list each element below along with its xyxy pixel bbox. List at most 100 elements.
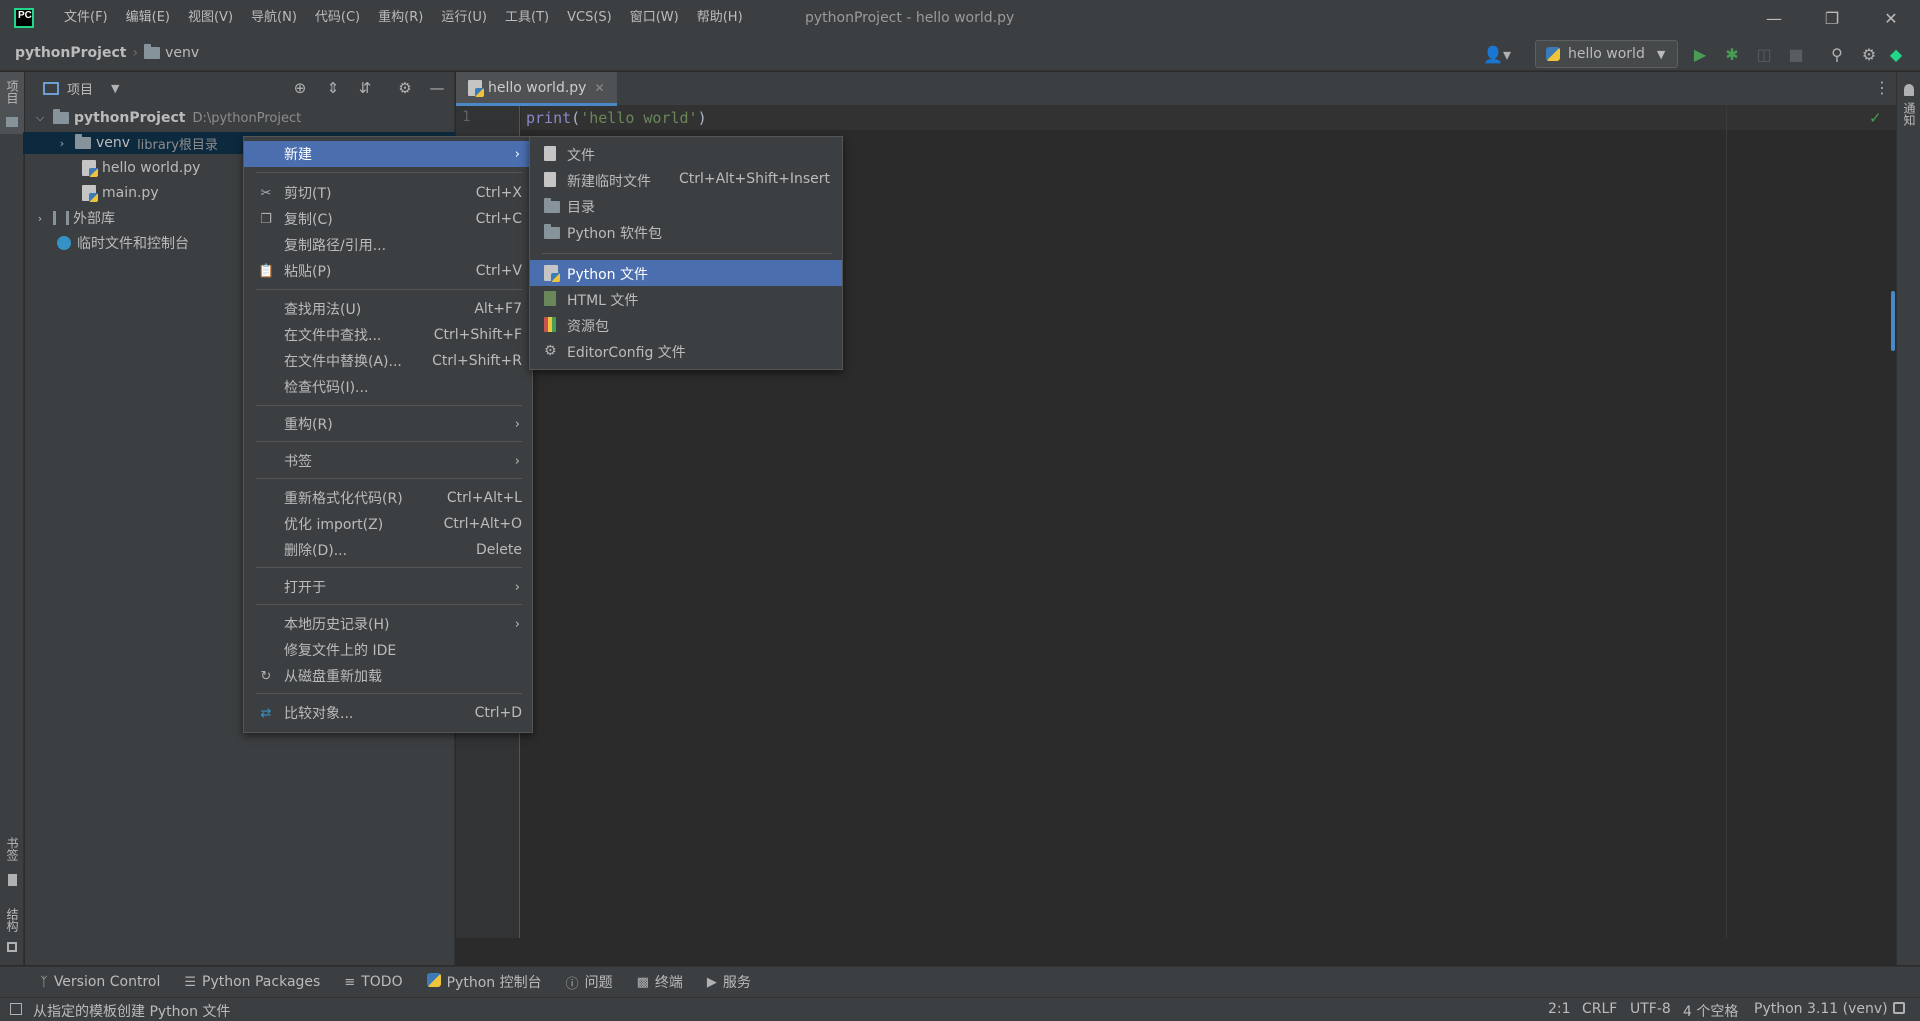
line-separator[interactable]: CRLF bbox=[1582, 1001, 1617, 1017]
new-python-package-item[interactable]: Python 软件包 bbox=[530, 219, 842, 245]
tool-version-control[interactable]: ᛉ Version Control bbox=[40, 974, 160, 990]
menu-view[interactable]: 视图(V) bbox=[179, 0, 242, 36]
tool-python-packages[interactable]: ☰ Python Packages bbox=[184, 974, 320, 990]
tool-services[interactable]: ▶ 服务 bbox=[707, 972, 751, 992]
project-tool-label[interactable]: 项目 bbox=[4, 80, 21, 104]
expand-all-icon[interactable]: ⇕ bbox=[323, 78, 343, 98]
new-editorconfig-item[interactable]: ⚙ EditorConfig 文件 bbox=[530, 338, 842, 364]
more-options-icon[interactable]: ⋮ bbox=[1874, 78, 1890, 97]
menu-item-find-usages[interactable]: 查找用法(U) Alt+F7 bbox=[244, 296, 532, 322]
python-file-icon bbox=[82, 185, 98, 202]
tree-item-scratches[interactable]: 临时文件和控制台 bbox=[57, 232, 189, 254]
menu-file[interactable]: 文件(F) bbox=[55, 0, 117, 36]
menu-run[interactable]: 运行(U) bbox=[432, 0, 496, 36]
debug-icon[interactable]: ✱ bbox=[1720, 42, 1744, 66]
close-window-icon[interactable]: ✕ bbox=[1862, 0, 1920, 36]
menu-item-find-in-files[interactable]: 在文件中查找... Ctrl+Shift+F bbox=[244, 322, 532, 348]
menu-item-inspect-code[interactable]: 检查代码(I)... bbox=[244, 374, 532, 400]
menu-item-repair-ide[interactable]: 修复文件上的 IDE bbox=[244, 637, 532, 663]
menu-item-delete[interactable]: 删除(D)... Delete bbox=[244, 537, 532, 563]
indent-setting[interactable]: 4 个空格 bbox=[1683, 1001, 1738, 1021]
run-config-select[interactable]: hello world ▼ bbox=[1535, 40, 1678, 68]
breadcrumb-project[interactable]: pythonProject bbox=[15, 45, 126, 61]
search-icon[interactable]: ⚲ bbox=[1825, 42, 1849, 66]
python-interpreter[interactable]: Python 3.11 (venv) bbox=[1754, 1001, 1888, 1017]
lock-icon[interactable] bbox=[1893, 1002, 1905, 1014]
menu-vcs[interactable]: VCS(S) bbox=[558, 0, 621, 36]
context-menu: 新建 › ✂ 剪切(T) Ctrl+X ❐ 复制(C) Ctrl+C 复制路径/… bbox=[243, 136, 533, 733]
new-file-item[interactable]: 文件 bbox=[530, 141, 842, 167]
toggle-tool-windows-icon[interactable] bbox=[10, 1003, 22, 1015]
inspection-ok-icon[interactable]: ✓ bbox=[1869, 109, 1882, 127]
new-scratch-file-item[interactable]: 新建临时文件 Ctrl+Alt+Shift+Insert bbox=[530, 167, 842, 193]
menu-item-label: 剪切(T) bbox=[284, 186, 332, 202]
structure-tool-label[interactable]: 结构 bbox=[4, 908, 21, 932]
gear-icon[interactable]: ⚙ bbox=[395, 78, 415, 98]
minimize-icon[interactable]: — bbox=[1745, 0, 1803, 36]
breadcrumb-venv[interactable]: venv bbox=[165, 45, 199, 61]
menu-item-paste[interactable]: 📋 粘贴(P) Ctrl+V bbox=[244, 258, 532, 284]
menu-edit[interactable]: 编辑(E) bbox=[117, 0, 179, 36]
tree-item-external-libraries[interactable]: › 外部库 bbox=[33, 207, 115, 229]
editor-scrollbar[interactable] bbox=[1891, 291, 1895, 351]
project-panel-title[interactable]: 项目 bbox=[67, 79, 93, 98]
menu-item-refactor[interactable]: 重构(R) › bbox=[244, 411, 532, 437]
bookmarks-tool-label[interactable]: 书签 bbox=[4, 837, 21, 861]
menu-item-reload-from-disk[interactable]: ↻ 从磁盘重新加载 bbox=[244, 663, 532, 689]
menu-item-label: Python 文件 bbox=[567, 267, 648, 283]
chevron-right-icon[interactable]: › bbox=[55, 137, 69, 150]
menu-code[interactable]: 代码(C) bbox=[306, 0, 369, 36]
new-python-file-item[interactable]: Python 文件 bbox=[530, 260, 842, 286]
menu-item-optimize-imports[interactable]: 优化 import(Z) Ctrl+Alt+O bbox=[244, 511, 532, 537]
menu-item-replace-in-files[interactable]: 在文件中替换(A)... Ctrl+Shift+R bbox=[244, 348, 532, 374]
menu-item-copy[interactable]: ❐ 复制(C) Ctrl+C bbox=[244, 206, 532, 232]
tool-problems[interactable]: ⓘ 问题 bbox=[566, 972, 613, 992]
hide-panel-icon[interactable]: — bbox=[427, 78, 447, 98]
menu-item-cut[interactable]: ✂ 剪切(T) Ctrl+X bbox=[244, 180, 532, 206]
menu-help[interactable]: 帮助(H) bbox=[688, 0, 752, 36]
menu-refactor[interactable]: 重构(R) bbox=[369, 0, 432, 36]
new-directory-item[interactable]: 目录 bbox=[530, 193, 842, 219]
tool-terminal[interactable]: ▩ 终端 bbox=[637, 972, 683, 992]
tree-item-hello-world[interactable]: hello world.py bbox=[82, 157, 200, 179]
menu-item-copy-path[interactable]: 复制路径/引用... bbox=[244, 232, 532, 258]
menu-item-local-history[interactable]: 本地历史记录(H) › bbox=[244, 611, 532, 637]
user-icon[interactable]: 👤▾ bbox=[1480, 42, 1514, 66]
restore-icon[interactable]: ❐ bbox=[1803, 0, 1861, 36]
locate-icon[interactable]: ⊕ bbox=[290, 78, 310, 98]
menu-item-compare-with[interactable]: ⇄ 比较对象... Ctrl+D bbox=[244, 700, 532, 726]
chevron-down-icon[interactable]: ⌵ bbox=[33, 111, 47, 125]
new-resource-bundle-item[interactable]: 资源包 bbox=[530, 312, 842, 338]
notifications-tool-label[interactable]: 通知 bbox=[1901, 102, 1918, 126]
file-encoding[interactable]: UTF-8 bbox=[1630, 1001, 1671, 1017]
menu-item-bookmarks[interactable]: 书签 › bbox=[244, 448, 532, 474]
code-paren-close: ) bbox=[697, 109, 707, 127]
menu-item-label: 查找用法(U) bbox=[284, 302, 362, 318]
tab-hello-world[interactable]: hello world.py ✕ bbox=[456, 72, 617, 106]
line-number: 1 bbox=[462, 109, 471, 125]
code-line[interactable]: print('hello world') bbox=[526, 109, 707, 127]
tool-todo[interactable]: ≡ TODO bbox=[344, 974, 402, 990]
tree-item-project-root[interactable]: ⌵ pythonProject D:\pythonProject bbox=[33, 107, 453, 129]
caret-position[interactable]: 2:1 bbox=[1548, 1001, 1571, 1017]
coverage-icon[interactable]: ◫ bbox=[1752, 42, 1776, 66]
menu-item-new[interactable]: 新建 › bbox=[244, 141, 532, 167]
chevron-down-icon[interactable]: ▼ bbox=[111, 82, 119, 95]
menu-item-open-in[interactable]: 打开于 › bbox=[244, 574, 532, 600]
new-html-file-item[interactable]: HTML 文件 bbox=[530, 286, 842, 312]
menu-item-reformat-code[interactable]: 重新格式化代码(R) Ctrl+Alt+L bbox=[244, 485, 532, 511]
close-tab-icon[interactable]: ✕ bbox=[594, 81, 604, 95]
menu-window[interactable]: 窗口(W) bbox=[621, 0, 688, 36]
menu-tools[interactable]: 工具(T) bbox=[496, 0, 558, 36]
run-icon[interactable]: ▶ bbox=[1688, 42, 1712, 66]
gear-icon[interactable]: ⚙ bbox=[1857, 42, 1881, 66]
collapse-all-icon[interactable]: ⇵ bbox=[355, 78, 375, 98]
menu-navigate[interactable]: 导航(N) bbox=[242, 0, 306, 36]
chevron-right-icon: › bbox=[514, 579, 520, 595]
menu-item-label: 新建 bbox=[284, 147, 312, 163]
chevron-right-icon[interactable]: › bbox=[33, 212, 47, 225]
code-with-me-icon[interactable]: ◆ bbox=[1884, 42, 1908, 66]
tool-python-console[interactable]: Python 控制台 bbox=[426, 972, 542, 992]
tree-item-main[interactable]: main.py bbox=[82, 182, 159, 204]
stop-icon[interactable]: ■ bbox=[1784, 42, 1808, 66]
